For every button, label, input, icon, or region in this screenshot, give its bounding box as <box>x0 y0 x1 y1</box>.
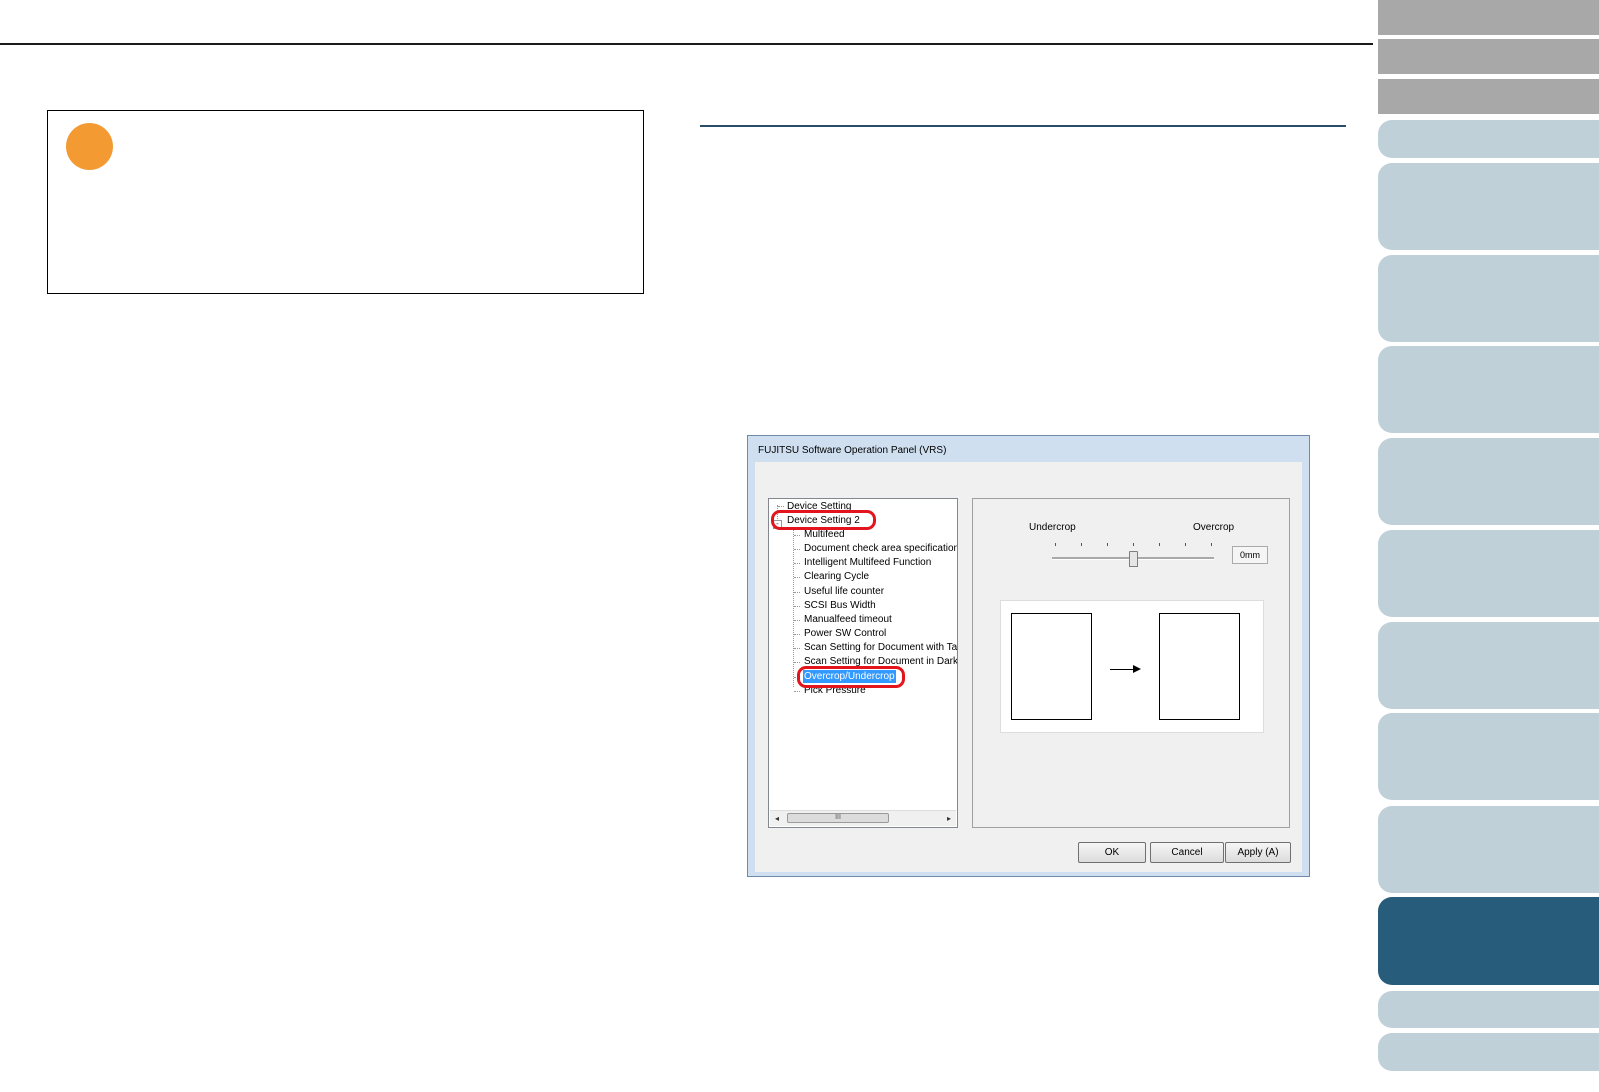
tree-connector <box>794 577 800 578</box>
nav-tab-index[interactable] <box>1378 79 1599 114</box>
dialog-title: FUJITSU Software Operation Panel (VRS) <box>758 445 947 456</box>
slider-tick <box>1211 543 1212 546</box>
nav-tab-2[interactable] <box>1378 163 1599 250</box>
tree-connector <box>794 563 800 564</box>
tree-connector <box>794 549 800 550</box>
caution-icon <box>66 123 113 170</box>
caution-box <box>47 110 644 294</box>
tree-item-manualfeed-timeout[interactable]: Manualfeed timeout <box>804 613 892 626</box>
undercrop-label: Undercrop <box>1029 522 1076 533</box>
slider-tick <box>1133 543 1134 546</box>
nav-tab-3[interactable] <box>1378 255 1599 342</box>
tree-connector <box>794 535 800 536</box>
overcrop-settings-panel: Undercrop Overcrop 0mm <box>972 498 1290 828</box>
slider-tick <box>1185 543 1186 546</box>
nav-tab-10-active[interactable] <box>1378 897 1599 985</box>
annotation-highlight-overcrop <box>797 666 905 688</box>
slider-tick <box>1055 543 1056 546</box>
nav-tab-glossary[interactable] <box>1378 1033 1599 1071</box>
nav-tab-5[interactable] <box>1378 438 1599 525</box>
nav-tab-8[interactable] <box>1378 713 1599 800</box>
nav-tab-7[interactable] <box>1378 622 1599 709</box>
preview-page-after <box>1159 613 1240 720</box>
arrow-right-icon <box>1110 669 1135 670</box>
tree-connector <box>794 606 800 607</box>
tree-connector <box>794 620 800 621</box>
tree-connector <box>793 527 794 687</box>
slider-tick <box>1081 543 1082 546</box>
section-rule <box>700 125 1346 127</box>
tree-connector <box>778 506 784 507</box>
slider-tick <box>1159 543 1160 546</box>
nav-tab-top[interactable] <box>1378 0 1599 35</box>
tree-item-scsi-bus-width[interactable]: SCSI Bus Width <box>804 599 876 612</box>
nav-tab-appendix[interactable] <box>1378 991 1599 1028</box>
tree-item-document-check-area[interactable]: Document check area specification <box>804 542 957 555</box>
settings-tree[interactable]: - Device Setting Device Setting 2 Multif… <box>768 498 958 828</box>
crop-slider-thumb[interactable] <box>1129 551 1138 567</box>
tree-connector <box>794 634 800 635</box>
nav-tab-contents[interactable] <box>1378 39 1599 74</box>
nav-tab-6[interactable] <box>1378 530 1599 617</box>
annotation-highlight-device-setting-2 <box>771 510 876 530</box>
nav-tab-1[interactable] <box>1378 120 1599 158</box>
arrow-head-icon <box>1133 665 1141 673</box>
tree-item-useful-life-counter[interactable]: Useful life counter <box>804 585 884 598</box>
tree-connector <box>794 662 800 663</box>
overcrop-label: Overcrop <box>1193 522 1235 533</box>
scroll-left-icon[interactable]: ◂ <box>770 812 784 825</box>
crop-value-display: 0mm <box>1232 546 1268 564</box>
top-rule <box>0 43 1373 45</box>
slider-tick <box>1107 543 1108 546</box>
cancel-button[interactable]: Cancel <box>1150 842 1224 863</box>
tree-connector <box>794 648 800 649</box>
tree-horizontal-scrollbar[interactable]: ◂ III ▸ <box>770 810 956 826</box>
scroll-thumb[interactable]: III <box>787 813 889 823</box>
tree-item-intelligent-multifeed[interactable]: Intelligent Multifeed Function <box>804 556 931 569</box>
crop-preview <box>1000 600 1264 733</box>
tree-connector <box>794 592 800 593</box>
apply-button[interactable]: Apply (A) <box>1225 842 1291 863</box>
tree-item-scan-setting-tab[interactable]: Scan Setting for Document with Tab <box>804 641 957 654</box>
ok-button[interactable]: OK <box>1078 842 1146 863</box>
nav-tab-4[interactable] <box>1378 346 1599 433</box>
scroll-right-icon[interactable]: ▸ <box>942 812 956 825</box>
nav-tab-9[interactable] <box>1378 806 1599 893</box>
tree-item-clearing-cycle[interactable]: Clearing Cycle <box>804 570 869 583</box>
dialog-body: - Device Setting Device Setting 2 Multif… <box>755 462 1302 872</box>
operation-panel-dialog: FUJITSU Software Operation Panel (VRS) -… <box>747 435 1310 877</box>
tree-item-power-sw-control[interactable]: Power SW Control <box>804 627 886 640</box>
tree-connector <box>794 691 800 692</box>
preview-page-before <box>1011 613 1092 720</box>
